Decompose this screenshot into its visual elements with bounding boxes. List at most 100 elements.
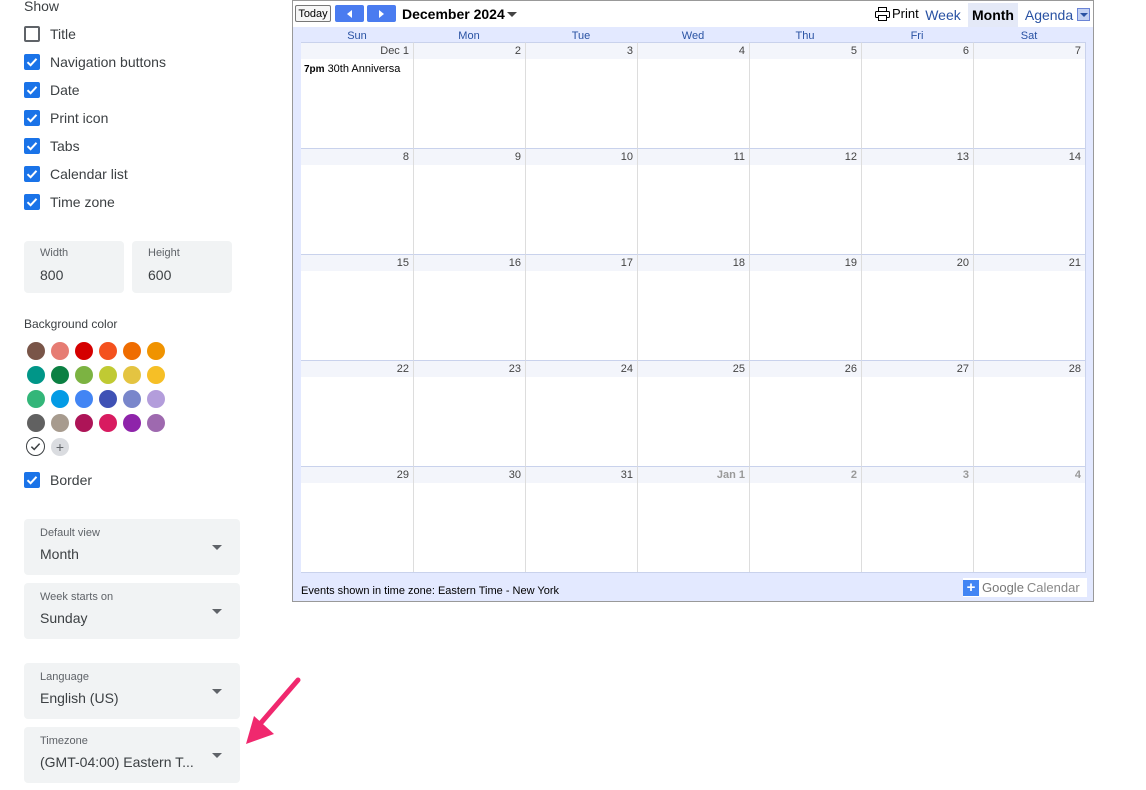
checkbox-checked-icon[interactable]	[24, 82, 40, 98]
color-swatch[interactable]	[147, 342, 165, 360]
color-swatch[interactable]	[27, 342, 45, 360]
day-cell[interactable]: 20	[861, 254, 973, 360]
color-swatch[interactable]	[99, 390, 117, 408]
day-cell[interactable]: 23	[413, 360, 525, 466]
color-swatch[interactable]	[123, 390, 141, 408]
day-number[interactable]: 6	[963, 45, 969, 57]
color-swatch[interactable]	[27, 366, 45, 384]
day-number[interactable]: 2	[851, 469, 857, 481]
day-cell[interactable]: 16	[413, 254, 525, 360]
day-cell[interactable]: 7	[973, 42, 1085, 148]
today-button[interactable]: Today	[295, 5, 331, 22]
checkbox-checked-icon[interactable]	[24, 194, 40, 210]
day-number[interactable]: Dec 1	[380, 45, 409, 57]
day-number[interactable]: 2	[515, 45, 521, 57]
day-number[interactable]: 20	[957, 257, 969, 269]
day-number[interactable]: 10	[621, 151, 633, 163]
color-swatch[interactable]	[51, 366, 69, 384]
chevron-down-icon[interactable]	[507, 12, 517, 17]
day-number[interactable]: 21	[1069, 257, 1081, 269]
day-number[interactable]: 14	[1069, 151, 1081, 163]
day-number[interactable]: 4	[1075, 469, 1081, 481]
option-date[interactable]: Date	[24, 80, 80, 100]
day-cell[interactable]: 15	[301, 254, 413, 360]
day-cell[interactable]: 12	[749, 148, 861, 254]
day-cell[interactable]: 17	[525, 254, 637, 360]
calendar-event[interactable]: 7pm 30th Anniversa	[304, 63, 412, 75]
checkbox-checked-icon[interactable]	[24, 138, 40, 154]
day-number[interactable]: 11	[734, 151, 745, 163]
day-number[interactable]: 29	[397, 469, 409, 481]
day-number[interactable]: 9	[515, 151, 521, 163]
check-circle-icon[interactable]	[26, 437, 45, 456]
day-cell[interactable]: 2	[413, 42, 525, 148]
day-number[interactable]: 4	[739, 45, 745, 57]
google-calendar-link[interactable]: + Google Calendar	[963, 578, 1087, 597]
day-cell[interactable]: 4	[973, 466, 1085, 572]
day-cell[interactable]: 27	[861, 360, 973, 466]
day-cell[interactable]: 24	[525, 360, 637, 466]
day-number[interactable]: 13	[957, 151, 969, 163]
color-swatch[interactable]	[99, 366, 117, 384]
day-number[interactable]: 5	[851, 45, 857, 57]
day-number[interactable]: 3	[627, 45, 633, 57]
color-swatch[interactable]	[27, 390, 45, 408]
day-cell[interactable]: 10	[525, 148, 637, 254]
default-view-select[interactable]: Default view Month	[24, 519, 240, 575]
tab-week[interactable]: Week	[923, 3, 963, 27]
day-cell[interactable]: 11	[637, 148, 749, 254]
day-number[interactable]: 25	[733, 363, 745, 375]
day-cell[interactable]: 9	[413, 148, 525, 254]
day-cell[interactable]: 19	[749, 254, 861, 360]
option-time-zone[interactable]: Time zone	[24, 192, 115, 212]
day-cell[interactable]: 18	[637, 254, 749, 360]
day-number[interactable]: 23	[509, 363, 521, 375]
color-swatch[interactable]	[27, 414, 45, 432]
checkbox-checked-icon[interactable]	[24, 110, 40, 126]
plus-circle-icon[interactable]: +	[51, 438, 69, 456]
day-cell[interactable]: 4	[637, 42, 749, 148]
checkbox-checked-icon[interactable]	[24, 472, 40, 488]
color-swatch[interactable]	[75, 342, 93, 360]
day-cell[interactable]: 14	[973, 148, 1085, 254]
day-number[interactable]: 18	[733, 257, 745, 269]
color-swatch[interactable]	[99, 414, 117, 432]
color-swatch[interactable]	[147, 390, 165, 408]
agenda-dropdown-button[interactable]	[1077, 8, 1090, 21]
day-number[interactable]: 24	[621, 363, 633, 375]
day-cell[interactable]: 13	[861, 148, 973, 254]
day-cell[interactable]: Jan 1	[637, 466, 749, 572]
color-swatch[interactable]	[51, 390, 69, 408]
option-title[interactable]: Title	[24, 24, 76, 44]
day-cell[interactable]: 25	[637, 360, 749, 466]
day-number[interactable]: 19	[845, 257, 857, 269]
tab-agenda[interactable]: Agenda	[1023, 3, 1075, 27]
color-swatch[interactable]	[123, 342, 141, 360]
language-select[interactable]: Language English (US)	[24, 663, 240, 719]
timezone-select[interactable]: Timezone (GMT-04:00) Eastern T...	[24, 727, 240, 783]
day-number[interactable]: 3	[963, 469, 969, 481]
day-number[interactable]: 30	[509, 469, 521, 481]
day-cell[interactable]: 22	[301, 360, 413, 466]
color-swatch[interactable]	[123, 366, 141, 384]
week-starts-select[interactable]: Week starts on Sunday	[24, 583, 240, 639]
option-border[interactable]: Border	[24, 470, 92, 490]
color-swatch[interactable]	[75, 414, 93, 432]
day-number[interactable]: 22	[397, 363, 409, 375]
checkbox-checked-icon[interactable]	[24, 54, 40, 70]
color-swatch[interactable]	[75, 390, 93, 408]
day-number[interactable]: 8	[403, 151, 409, 163]
width-field[interactable]: Width 800	[24, 241, 124, 293]
day-number[interactable]: 31	[621, 469, 633, 481]
day-number[interactable]: 12	[845, 151, 857, 163]
day-number[interactable]: 15	[397, 257, 409, 269]
color-swatch[interactable]	[147, 414, 165, 432]
color-swatch[interactable]	[51, 414, 69, 432]
checkbox-unchecked-icon[interactable]	[24, 26, 40, 42]
option-print-icon[interactable]: Print icon	[24, 108, 108, 128]
day-cell[interactable]: 5	[749, 42, 861, 148]
option-navigation-buttons[interactable]: Navigation buttons	[24, 52, 166, 72]
color-swatch[interactable]	[99, 342, 117, 360]
tab-month[interactable]: Month	[968, 3, 1018, 27]
day-cell[interactable]: 21	[973, 254, 1085, 360]
